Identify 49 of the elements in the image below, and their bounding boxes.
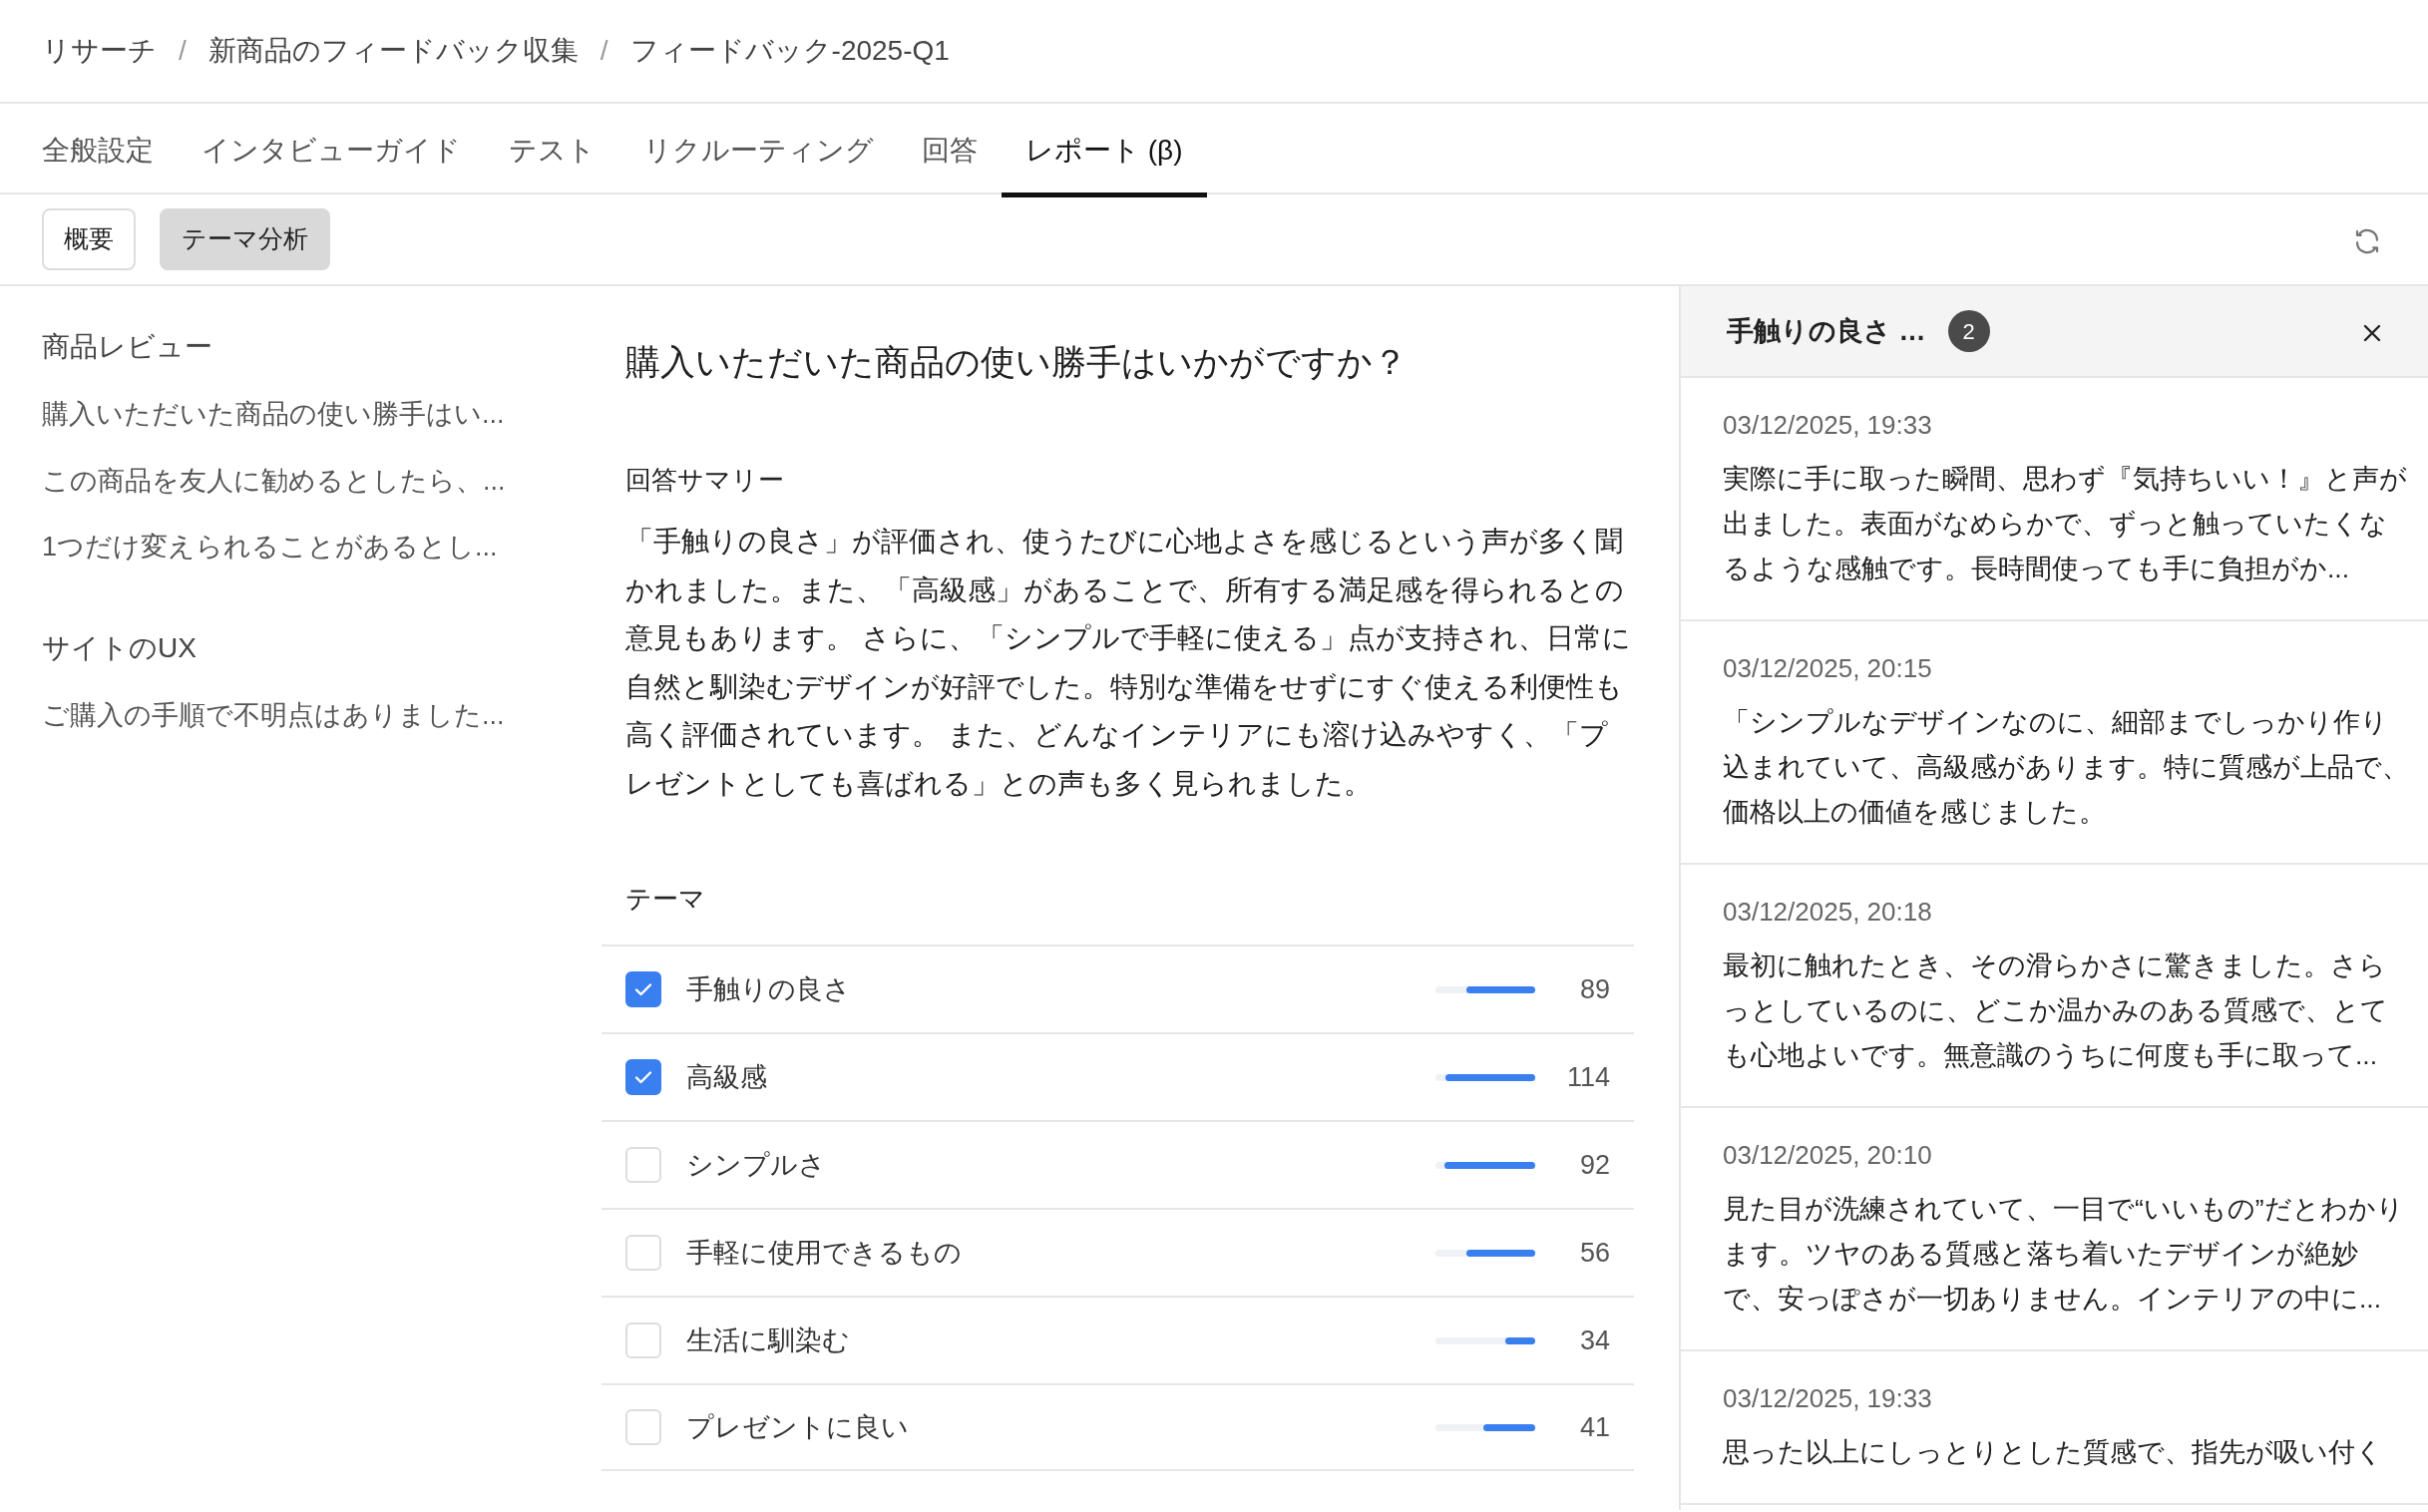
themes-heading: テーマ — [625, 883, 706, 916]
theme-label: シンプルさ — [686, 1148, 826, 1182]
panel-title: 手触りの良さ … — [1727, 314, 1926, 348]
tab[interactable]: テスト — [485, 109, 619, 197]
count-badge: 2 — [1947, 310, 1990, 352]
theme-count: 89 — [1578, 972, 1610, 1006]
comment-timestamp: 03/12/2025, 20:10 — [1723, 1139, 1933, 1172]
checkbox[interactable] — [625, 971, 661, 1007]
theme-label: プレゼントに良い — [686, 1410, 909, 1444]
theme-label: 生活に馴染む — [686, 1323, 850, 1357]
breadcrumb-link[interactable]: 新商品のフィードバック収集 — [207, 30, 579, 72]
sidebar-item[interactable]: ご購入の手順で不明点はありました... — [42, 694, 505, 735]
sidebar-item[interactable]: この商品を友人に勧めるとしたら、... — [42, 460, 506, 501]
comment-text: 実際に手に取った瞬間、思わず『気持ちいい！』と声が出ました。表面がなめらかで、ずっと触っていたくなるような感触です。長時間使っても手に負担がか... — [1723, 463, 2408, 585]
comment-timestamp: 03/12/2025, 19:33 — [1723, 409, 1933, 442]
breadcrumb-separator: / — [600, 34, 608, 68]
theme-count: 34 — [1578, 1323, 1610, 1357]
comment-text: 見た目が洗練されていて、一目で“いいもの”だとわかります。ツヤのある質感と落ち着いたデザインが絶妙で、安っぽさが一切ありません。インテリアの中に... — [1723, 1193, 2405, 1316]
comment-timestamp: 03/12/2025, 20:15 — [1723, 652, 1933, 685]
sidebar-item[interactable]: 1つだけ変えられることがあるとし... — [42, 527, 498, 567]
view-toggle-button[interactable]: 概要 — [42, 208, 136, 270]
comment-text: 最初に触れたとき、その滑らかさに驚きました。さらっとしているのに、どこか温かみのある質感で、とても心地よいです。無意識のうちに何度も手に取って... — [1723, 949, 2389, 1072]
comment-timestamp: 03/12/2025, 20:18 — [1723, 896, 1933, 929]
theme-count: 41 — [1578, 1410, 1610, 1444]
view-toggle-button[interactable]: テーマ分析 — [160, 208, 330, 270]
theme-count: 56 — [1578, 1236, 1610, 1270]
tab[interactable]: インタビューガイド — [178, 109, 485, 197]
summary-text: 「手触りの良さ」が評価され、使うたびに心地よさを感じるという声が多く聞かれました。また、「高級感」があることで、所有する満足感を得られるとの意見もあります。 さらに、「シンプルで手軽に使える」点が支持され、日常に自然と馴染むデザインが好評でした。特別な準備をせずにすぐ使える利便性も高く評価されています。 また、どんなインテリアにも溶け込みやすく、「プレゼントとしても喜ばれる」との声も多く見られました。 — [625, 525, 1632, 801]
question-title: 購入いただいた商品の使い勝手はいかがですか？ — [625, 341, 1409, 383]
checkbox[interactable] — [625, 1059, 661, 1095]
breadcrumb-current: フィードバック-2025-Q1 — [629, 34, 950, 68]
comment-text: 思った以上にしっとりとした質感で、指先が吸い付く — [1723, 1436, 2384, 1469]
tab[interactable]: レポート (β) — [1002, 109, 1207, 197]
comment-timestamp: 03/12/2025, 19:33 — [1723, 1382, 1933, 1415]
theme-label: 高級感 — [686, 1060, 767, 1094]
theme-count: 114 — [1565, 1060, 1610, 1094]
tab[interactable]: 全般設定 — [42, 109, 178, 197]
breadcrumb-link[interactable]: リサーチ — [42, 30, 157, 72]
breadcrumb-separator: / — [179, 34, 187, 68]
summary-heading: 回答サマリー — [625, 464, 785, 497]
sidebar-group-title: 商品レビュー — [42, 330, 213, 364]
theme-label: 手軽に使用できるもの — [686, 1236, 962, 1270]
sidebar-item[interactable]: 購入いただいた商品の使い勝手はい... — [42, 394, 505, 435]
theme-count: 92 — [1578, 1148, 1610, 1182]
tab[interactable]: リクルーティング — [619, 109, 898, 197]
sidebar-group-title: サイトのUX — [42, 630, 198, 665]
theme-label: 手触りの良さ — [686, 972, 851, 1006]
comment-text: 「シンプルなデザインなのに、細部までしっかり作り込まれていて、高級感があります。特に質感が上品で、価格以上の価値を感じました。 — [1723, 706, 2410, 829]
tab[interactable]: 回答 — [898, 109, 1002, 197]
